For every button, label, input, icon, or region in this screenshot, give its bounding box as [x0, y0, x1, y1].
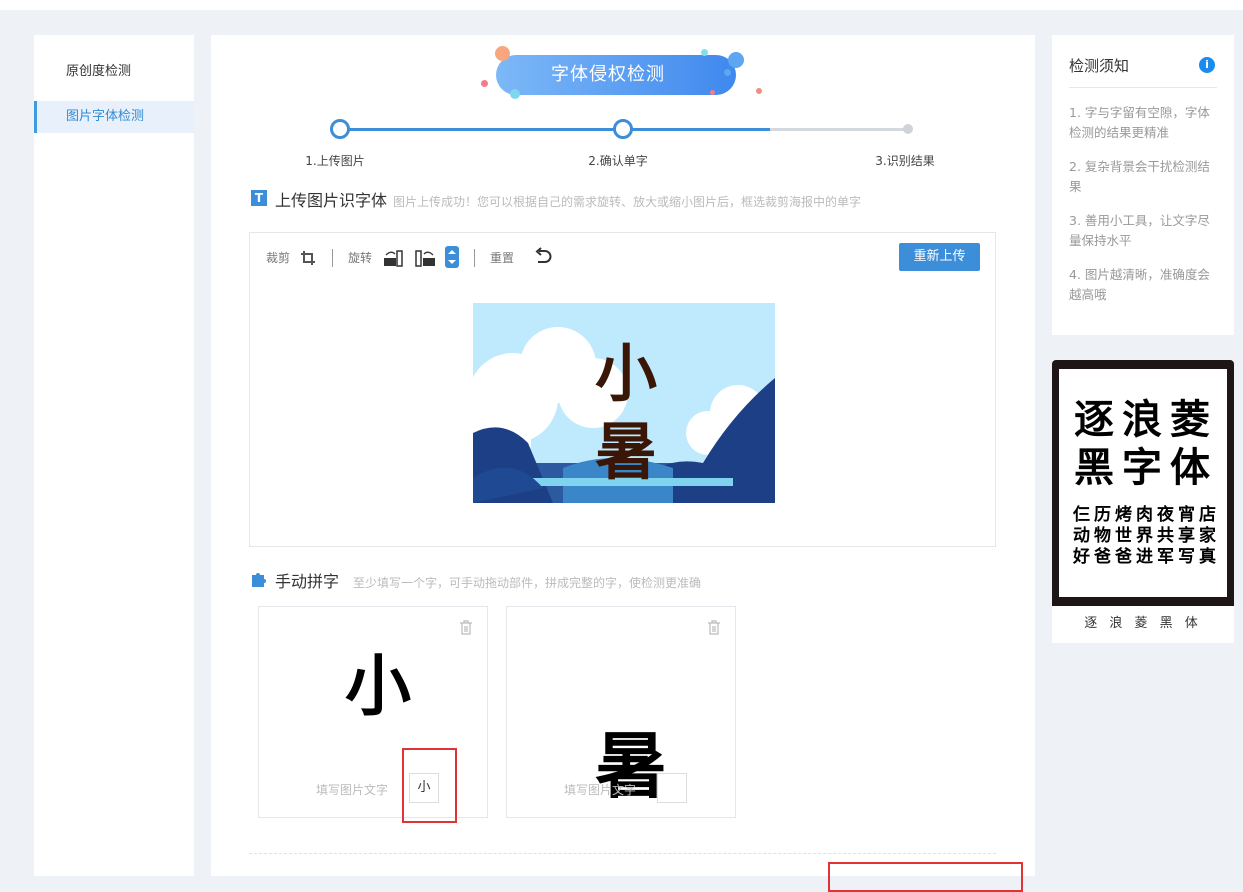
- progress-steps: 1.上传图片 2.确认单字 3.识别结果: [211, 113, 1035, 173]
- manual-section-title: 手动拼字 至少填写一个字，可手动拖动部件，拼成完整的字，使检测更准确: [275, 568, 701, 592]
- notice-item: 3. 善用小工具，让文字尽量保持水平: [1069, 213, 1210, 248]
- font-sample-card[interactable]: 逐 浪 菱 黑 字 体 仨 历 烤 肉 夜 宵 店 动 物 世 界 共 享 家 …: [1052, 360, 1234, 643]
- sample-small-char: 家: [1199, 526, 1216, 546]
- sample-char: 黑: [1074, 445, 1114, 491]
- decor-dot: [710, 90, 715, 95]
- sample-small-char: 仨: [1073, 505, 1090, 525]
- decor-dot: [756, 88, 762, 94]
- sample-small-char: 界: [1136, 526, 1153, 546]
- angle-stepper-icon[interactable]: [445, 246, 459, 268]
- sample-small-char: 享: [1178, 526, 1195, 546]
- divider: [474, 249, 475, 267]
- sample-char: 浪: [1122, 397, 1162, 443]
- char-input[interactable]: [657, 773, 687, 803]
- step-node-1: [330, 119, 350, 139]
- notice-panel: 检测须知 i 1. 字与字留有空隙，字体检测的结果更精准 2. 复杂背景会干扰检…: [1052, 35, 1234, 335]
- manual-title-text: 手动拼字: [275, 572, 340, 591]
- sample-small-char: 宵: [1178, 505, 1195, 525]
- sample-small-char: 军: [1157, 547, 1174, 567]
- sample-small-char: 写: [1178, 547, 1195, 567]
- sidebar-item-originality[interactable]: 原创度检测: [34, 56, 194, 88]
- sample-small-char: 历: [1094, 505, 1111, 525]
- poster-preview[interactable]: 小 暑: [473, 303, 775, 503]
- sidebar: 原创度检测 图片字体检测: [34, 35, 194, 876]
- sample-small-char: 好: [1073, 547, 1090, 567]
- highlight-box: [828, 862, 1023, 892]
- notice-item: 4. 图片越清晰，准确度会越高哦: [1069, 267, 1210, 302]
- step-node-2: [613, 119, 633, 139]
- sample-small-char: 肉: [1136, 505, 1153, 525]
- fill-label: 填写图片文字: [564, 783, 637, 797]
- font-sample-image: 逐 浪 菱 黑 字 体 仨 历 烤 肉 夜 宵 店 动 物 世 界 共 享 家 …: [1059, 369, 1227, 597]
- decor-dot: [724, 69, 731, 76]
- puzzle-icon: [252, 573, 266, 587]
- decor-dot: [481, 80, 488, 87]
- text-icon: T: [251, 190, 267, 206]
- decor-dot: [728, 52, 744, 68]
- rotate-label: 旋转: [348, 251, 373, 265]
- divider: [249, 853, 996, 854]
- sample-small-char: 进: [1136, 547, 1153, 567]
- notice-item: 2. 复杂背景会干扰检测结果: [1069, 159, 1210, 194]
- sample-small-char: 动: [1073, 526, 1090, 546]
- trash-icon[interactable]: [707, 620, 721, 635]
- reupload-button[interactable]: 重新上传: [899, 243, 980, 271]
- rotate-left-icon[interactable]: [383, 249, 405, 267]
- image-editor: 裁剪 旋转 重置 重新上传 小 暑: [249, 232, 996, 547]
- sample-small-char: 世: [1115, 526, 1132, 546]
- sample-small-char: 烤: [1115, 505, 1132, 525]
- sample-char: 逐: [1074, 397, 1114, 443]
- page-title: 字体侵权检测: [551, 64, 665, 85]
- decor-dot: [701, 49, 708, 56]
- poster-char-1: 小: [595, 337, 658, 410]
- step-track-done: [340, 128, 770, 131]
- info-icon[interactable]: i: [1199, 57, 1215, 73]
- sample-char: 菱: [1170, 397, 1210, 443]
- decor-dot: [510, 89, 520, 99]
- manual-hint: 至少填写一个字，可手动拖动部件，拼成完整的字，使检测更准确: [353, 576, 702, 590]
- upload-title-text: 上传图片识字体: [275, 191, 388, 210]
- poster-char-2: 暑: [595, 415, 658, 488]
- upload-section-title: 上传图片识字体 图片上传成功！您可以根据自己的需求旋转、放大或缩小图片后，框选裁剪…: [275, 187, 861, 211]
- sample-small-char: 真: [1199, 547, 1216, 567]
- step-label-3: 3.识别结果: [875, 154, 935, 168]
- undo-icon[interactable]: [533, 247, 553, 267]
- rotate-right-icon[interactable]: [414, 249, 436, 267]
- char-piece-card: 暑 填写图片文字: [506, 606, 736, 818]
- sample-small-char: 爸: [1115, 547, 1132, 567]
- sample-char: 体: [1170, 445, 1210, 491]
- decor-dot: [495, 46, 510, 61]
- step-track-todo: [770, 128, 910, 131]
- sample-char: 字: [1122, 445, 1162, 491]
- trash-icon[interactable]: [459, 620, 473, 635]
- char-glyph[interactable]: 小: [345, 633, 411, 729]
- font-sample-frame: 逐 浪 菱 黑 字 体 仨 历 烤 肉 夜 宵 店 动 物 世 界 共 享 家 …: [1052, 360, 1234, 606]
- crop-label: 裁剪: [266, 251, 291, 265]
- divider: [1069, 87, 1217, 88]
- banner: 字体侵权检测: [481, 46, 762, 99]
- top-bar: [0, 0, 1243, 10]
- notice-item: 1. 字与字留有空隙，字体检测的结果更精准: [1069, 105, 1210, 140]
- sample-small-char: 夜: [1157, 505, 1174, 525]
- step-label-1: 1.上传图片: [305, 154, 365, 168]
- step-node-3: [903, 124, 913, 134]
- font-name: 逐 浪 菱 黑 体: [1084, 616, 1202, 631]
- divider: [332, 249, 333, 267]
- crop-icon[interactable]: [300, 250, 316, 266]
- sample-small-char: 共: [1157, 526, 1174, 546]
- sample-small-char: 物: [1094, 526, 1111, 546]
- reset-label: 重置: [490, 251, 515, 265]
- upload-hint: 图片上传成功！您可以根据自己的需求旋转、放大或缩小图片后，框选裁剪海报中的单字: [393, 195, 862, 209]
- highlight-box: [402, 748, 457, 823]
- notice-title: 检测须知: [1069, 57, 1130, 75]
- fill-label: 填写图片文字: [316, 783, 389, 797]
- sample-small-char: 爸: [1094, 547, 1111, 567]
- step-label-2: 2.确认单字: [588, 154, 648, 168]
- sample-small-char: 店: [1199, 505, 1216, 525]
- sidebar-item-font-detect[interactable]: 图片字体检测: [34, 101, 194, 133]
- main-panel: 字体侵权检测 1.上传图片 2.确认单字 3.识别结果 T 上传图片识字体 图片上…: [211, 35, 1035, 892]
